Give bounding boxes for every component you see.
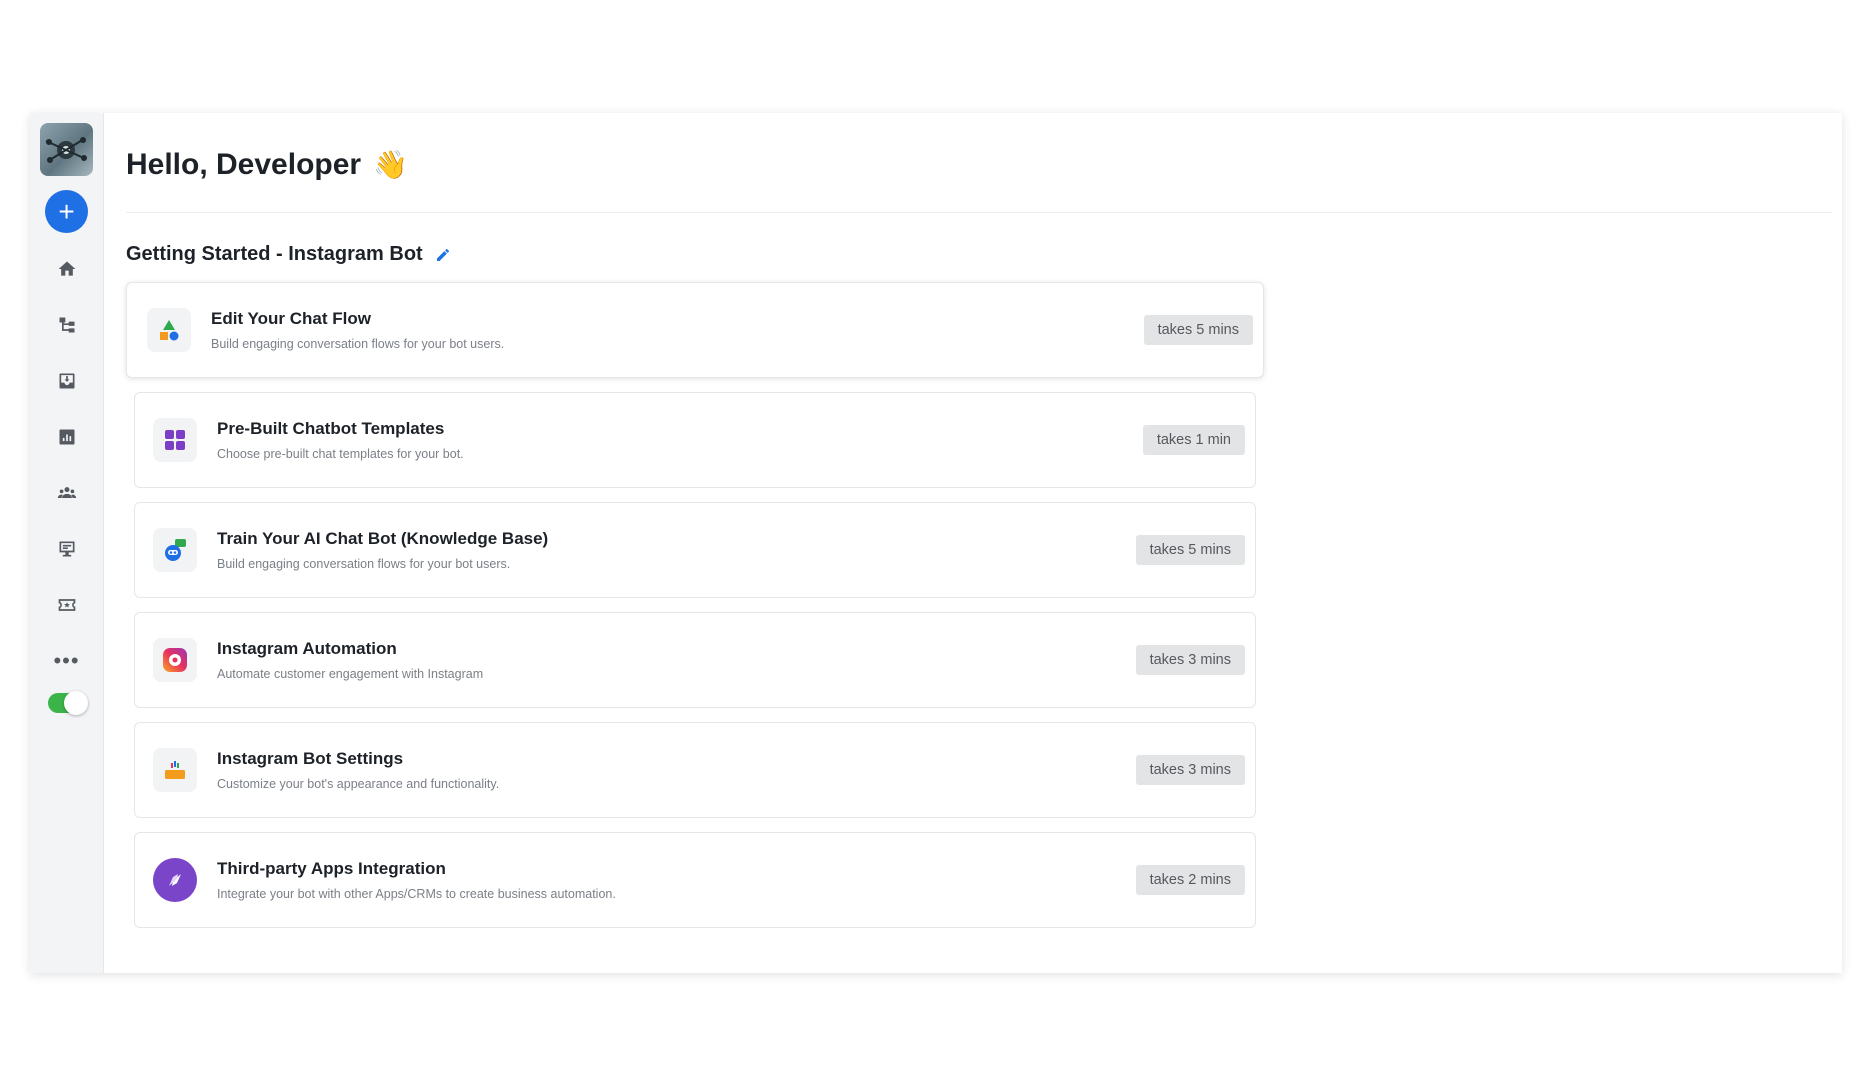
audience-icon <box>57 487 76 498</box>
nav-audience[interactable] <box>47 473 87 513</box>
card-title: Instagram Automation <box>217 639 397 658</box>
nav-home[interactable] <box>47 249 87 289</box>
card-subtitle: Build engaging conversation flows for yo… <box>217 557 511 571</box>
nav-flows[interactable] <box>47 305 87 345</box>
card-instagram-bot-settings[interactable]: Instagram Bot Settings Customize your bo… <box>134 722 1256 818</box>
home-icon <box>58 261 75 276</box>
sidebar: + ••• <box>30 113 104 973</box>
shapes-icon <box>147 308 191 352</box>
time-badge: takes 3 mins <box>1135 755 1245 785</box>
ai-bot-icon <box>153 528 197 572</box>
compass-icon <box>153 858 197 902</box>
main-content: Hello, Developer 👋 Getting Started - Ins… <box>104 113 1842 973</box>
card-instagram-automation[interactable]: Instagram Automation Automate customer e… <box>134 612 1256 708</box>
add-button[interactable]: + <box>45 190 88 233</box>
instagram-gear-icon <box>153 638 197 682</box>
page-title: Hello, Developer 👋 <box>126 113 1832 213</box>
card-title: Train Your AI Chat Bot (Knowledge Base) <box>217 529 549 548</box>
card-subtitle: Automate customer engagement with Instag… <box>217 667 484 681</box>
nav-tickets[interactable] <box>47 585 87 625</box>
card-third-party-apps[interactable]: Third-party Apps Integration Integrate y… <box>134 832 1256 928</box>
card-subtitle: Build engaging conversation flows for yo… <box>211 337 505 351</box>
card-subtitle: Choose pre-built chat templates for your… <box>217 447 464 461</box>
avatar-image <box>45 137 87 163</box>
card-title: Pre-Built Chatbot Templates <box>217 419 445 438</box>
card-subtitle: Customize your bot's appearance and func… <box>217 777 500 791</box>
nav-broadcast[interactable] <box>47 529 87 569</box>
wave-icon: 👋 <box>373 149 408 180</box>
getting-started-list: Edit Your Chat Flow Build engaging conve… <box>126 282 1264 928</box>
flow-icon <box>59 317 74 333</box>
avatar[interactable] <box>40 123 93 176</box>
card-title: Edit Your Chat Flow <box>211 309 371 328</box>
pencil-icon[interactable] <box>435 247 451 263</box>
analytics-icon <box>59 429 74 445</box>
toggle-knob <box>63 691 88 715</box>
app-window: + ••• Hello, Developer 👋 Getting Started… <box>30 113 1842 973</box>
time-badge: takes 1 min <box>1142 425 1245 455</box>
greeting-text: Hello, Developer <box>126 147 362 181</box>
more-icon: ••• <box>53 648 80 673</box>
nav-analytics[interactable] <box>47 417 87 457</box>
time-badge: takes 2 mins <box>1135 865 1245 895</box>
inbox-icon <box>59 373 74 389</box>
broadcast-icon <box>59 541 74 557</box>
section-title-text: Getting Started - Instagram Bot <box>126 243 423 265</box>
time-badge: takes 3 mins <box>1135 645 1245 675</box>
ticket-icon <box>58 599 75 611</box>
card-title: Instagram Bot Settings <box>217 749 404 768</box>
card-train-ai-bot[interactable]: Train Your AI Chat Bot (Knowledge Base) … <box>134 502 1256 598</box>
time-badge: takes 5 mins <box>1143 315 1253 345</box>
time-badge: takes 5 mins <box>1135 535 1245 565</box>
sidebar-toggle[interactable] <box>47 691 88 715</box>
nav-more[interactable]: ••• <box>47 641 87 681</box>
nav-inbox[interactable] <box>47 361 87 401</box>
card-title: Third-party Apps Integration <box>217 859 446 878</box>
add-icon: + <box>58 195 75 227</box>
card-prebuilt-templates[interactable]: Pre-Built Chatbot Templates Choose pre-b… <box>134 392 1256 488</box>
grid-icon <box>153 418 197 462</box>
section-title: Getting Started - Instagram Bot <box>126 243 1832 266</box>
card-subtitle: Integrate your bot with other Apps/CRMs … <box>217 887 616 901</box>
card-edit-chat-flow[interactable]: Edit Your Chat Flow Build engaging conve… <box>126 282 1264 378</box>
bot-settings-icon <box>153 748 197 792</box>
